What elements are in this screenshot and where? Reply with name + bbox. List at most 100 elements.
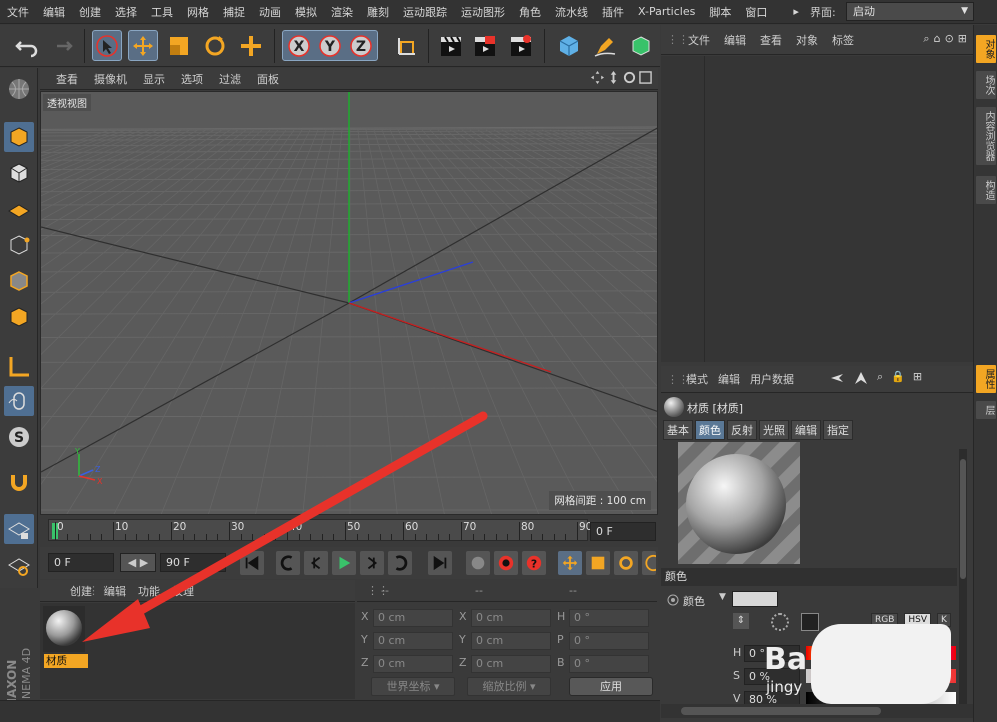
search-icon[interactable]: ⌕ bbox=[923, 32, 929, 46]
material-menu-item[interactable]: 纹理 bbox=[166, 583, 200, 599]
polygons-mode-button[interactable] bbox=[4, 302, 34, 332]
edges-mode-button[interactable] bbox=[4, 266, 34, 296]
menu-item[interactable]: 渲染 bbox=[324, 4, 360, 20]
z-axis-icon[interactable]: Z bbox=[348, 34, 374, 58]
workplane-button[interactable] bbox=[4, 194, 34, 224]
menu-item[interactable]: 窗口 bbox=[738, 4, 774, 20]
attribute-tab[interactable]: 光照 bbox=[759, 420, 789, 440]
move-tool-button[interactable] bbox=[128, 30, 158, 61]
coord-field[interactable]: 0 cm bbox=[373, 609, 453, 627]
attribute-scrollbar[interactable] bbox=[959, 449, 967, 704]
radio-icon[interactable] bbox=[667, 594, 679, 606]
menu-item[interactable]: 工具 bbox=[144, 4, 180, 20]
menu-item[interactable]: 运动图形 bbox=[454, 4, 512, 20]
axis-mode-button[interactable] bbox=[4, 352, 34, 382]
attribute-tab[interactable]: 指定 bbox=[823, 420, 853, 440]
render-settings-button[interactable] bbox=[506, 30, 536, 61]
lock-workplane-button[interactable] bbox=[4, 514, 34, 544]
lock-icon[interactable]: 🔒 bbox=[891, 370, 905, 386]
eyedropper-button[interactable]: ⇕ bbox=[733, 613, 749, 629]
viewport-menu-item[interactable]: 摄像机 bbox=[86, 71, 135, 87]
dock-tab[interactable]: 属性 bbox=[976, 365, 996, 393]
attribute-tab[interactable]: 基本 bbox=[663, 420, 693, 440]
next-key-button[interactable] bbox=[388, 551, 412, 575]
snap-button[interactable]: S bbox=[4, 422, 34, 452]
frame-stepper[interactable]: ◀ ▶ bbox=[120, 553, 156, 572]
viewport-menu-item[interactable]: 过滤 bbox=[211, 71, 249, 87]
timeline-ruler[interactable]: 0 10 20 30 40 50 60 70 80 90 bbox=[48, 519, 592, 541]
tweak-mode-button[interactable] bbox=[4, 386, 34, 416]
object-menu-item[interactable]: 对象 bbox=[789, 32, 825, 48]
attribute-hscrollbar[interactable] bbox=[661, 704, 973, 718]
select-tool-button[interactable] bbox=[92, 30, 122, 61]
search-icon[interactable]: ⌕ bbox=[877, 370, 883, 386]
goto-start-button[interactable] bbox=[240, 551, 264, 575]
menu-item[interactable]: 动画 bbox=[252, 4, 288, 20]
prev-frame-button[interactable] bbox=[304, 551, 328, 575]
key-position-button[interactable] bbox=[558, 551, 582, 575]
menu-item[interactable]: 模拟 bbox=[288, 4, 324, 20]
menu-item[interactable]: 流水线 bbox=[548, 4, 595, 20]
rotate-tool-button[interactable] bbox=[200, 30, 230, 61]
prev-key-button[interactable] bbox=[276, 551, 300, 575]
live-select-button[interactable] bbox=[236, 30, 266, 61]
menu-expand-icon[interactable]: ▸ bbox=[786, 5, 806, 18]
dock-tab[interactable]: 场次 bbox=[976, 71, 996, 99]
menu-item[interactable]: 运动跟踪 bbox=[396, 4, 454, 20]
attribute-tab[interactable]: 颜色 bbox=[695, 420, 725, 440]
key-param-button[interactable] bbox=[642, 551, 656, 575]
scale-tool-button[interactable] bbox=[164, 30, 194, 61]
spectrum-button[interactable] bbox=[801, 613, 819, 631]
perspective-viewport[interactable]: 透视视图 网格间距 : 100 cm Y Z X bbox=[40, 91, 658, 515]
cube-object-button[interactable] bbox=[554, 30, 584, 61]
maximize-icon[interactable] bbox=[639, 71, 652, 84]
scale-mode-dropdown[interactable]: 缩放比例 ▾ bbox=[467, 677, 551, 696]
menu-item[interactable]: 脚本 bbox=[702, 4, 738, 20]
material-menu-item[interactable]: 功能 bbox=[132, 583, 166, 599]
chevron-down-icon[interactable]: ▼ bbox=[719, 592, 726, 602]
coord-field[interactable]: 0 cm bbox=[373, 632, 453, 650]
end-frame-field[interactable]: 90 F bbox=[160, 553, 226, 572]
start-frame-field[interactable]: 0 F bbox=[48, 553, 114, 572]
menu-item[interactable]: 选择 bbox=[108, 4, 144, 20]
attribute-tab[interactable]: 反射 bbox=[727, 420, 757, 440]
key-help-button[interactable]: ? bbox=[522, 551, 546, 575]
menu-item[interactable]: 网格 bbox=[180, 4, 216, 20]
object-menu-item[interactable]: 标签 bbox=[825, 32, 861, 48]
current-frame-field[interactable]: 0 F bbox=[590, 522, 656, 541]
menu-item[interactable]: 角色 bbox=[512, 4, 548, 20]
dock-tab[interactable]: 对象 bbox=[976, 35, 996, 63]
layout-select[interactable]: 启动 ▼ bbox=[846, 2, 974, 21]
goto-end-button[interactable] bbox=[428, 551, 452, 575]
pan-icon[interactable] bbox=[591, 71, 604, 84]
key-rotation-button[interactable] bbox=[614, 551, 638, 575]
pen-tool-button[interactable] bbox=[590, 30, 620, 61]
menu-item[interactable]: 插件 bbox=[595, 4, 631, 20]
zoom-icon[interactable] bbox=[607, 71, 620, 84]
grid-snap-button[interactable] bbox=[4, 550, 34, 580]
menu-item[interactable]: 文件 bbox=[0, 4, 36, 20]
play-button[interactable] bbox=[332, 551, 356, 575]
orbit-icon[interactable] bbox=[623, 71, 636, 84]
dock-tab[interactable]: 内容浏览器 bbox=[976, 107, 996, 165]
filter-icon[interactable]: ⊙ bbox=[945, 32, 954, 46]
subdivision-button[interactable] bbox=[626, 30, 656, 61]
x-axis-icon[interactable]: X bbox=[286, 34, 312, 58]
attribute-menu-item[interactable]: 编辑 bbox=[713, 371, 745, 387]
menu-item[interactable]: 捕捉 bbox=[216, 4, 252, 20]
material-preview[interactable] bbox=[678, 442, 800, 564]
object-menu-item[interactable]: 查看 bbox=[753, 32, 789, 48]
y-axis-icon[interactable]: Y bbox=[317, 34, 343, 58]
render-picture-viewer-button[interactable] bbox=[470, 30, 500, 61]
coord-field[interactable]: 0 cm bbox=[373, 655, 453, 673]
object-list[interactable] bbox=[661, 56, 973, 362]
world-coords-dropdown[interactable]: 世界坐标 ▾ bbox=[371, 677, 455, 696]
points-mode-button[interactable] bbox=[4, 230, 34, 260]
new-panel-icon[interactable]: ⊞ bbox=[958, 32, 967, 46]
attribute-tab[interactable]: 编辑 bbox=[791, 420, 821, 440]
coord-field[interactable]: 0 ° bbox=[569, 655, 649, 673]
next-frame-button[interactable] bbox=[360, 551, 384, 575]
up-arrow-icon[interactable] bbox=[853, 370, 869, 386]
menu-item[interactable]: X-Particles bbox=[631, 5, 702, 18]
redo-button[interactable] bbox=[46, 30, 76, 61]
